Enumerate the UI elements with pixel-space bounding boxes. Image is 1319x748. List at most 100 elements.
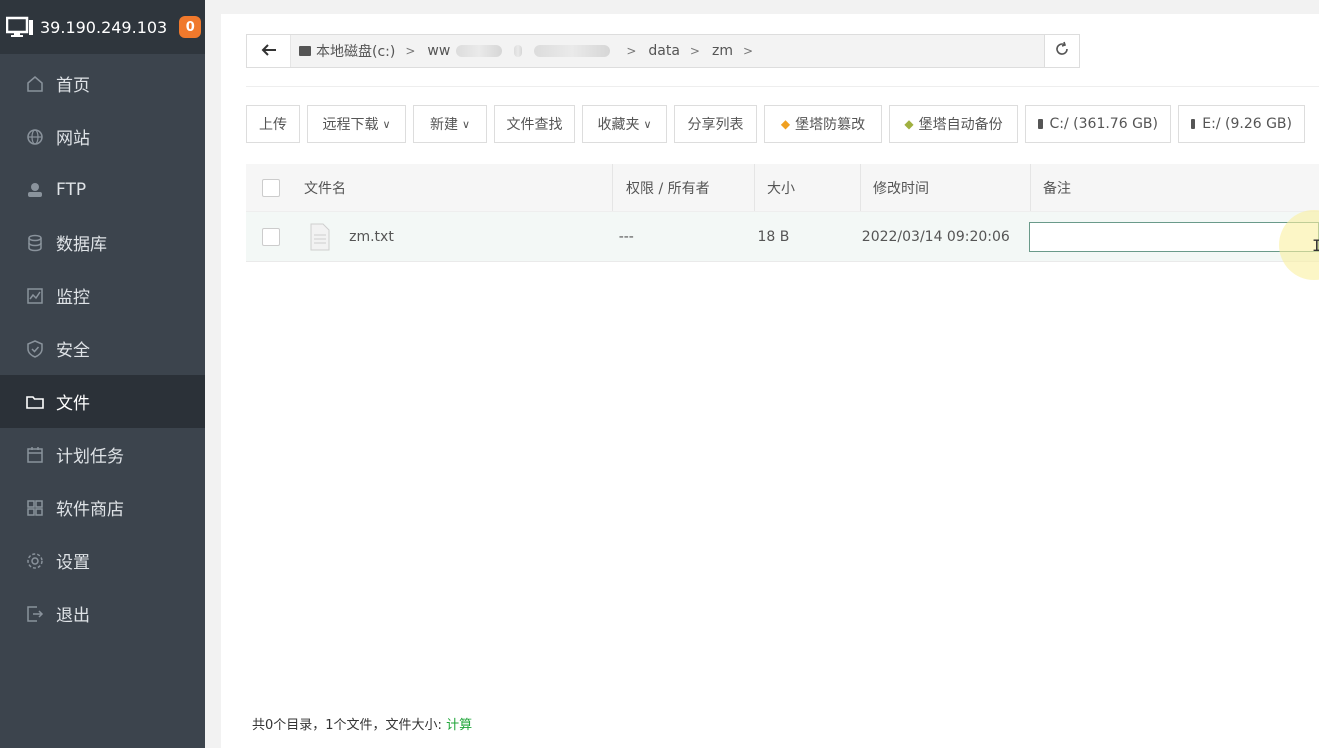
file-search-button[interactable]: 文件查找 [494,105,575,143]
sidebar-item-home[interactable]: 首页 [0,57,205,110]
breadcrumb-blurred[interactable]: ww > [427,43,636,59]
disk-c-button[interactable]: C:/ (361.76 GB) [1025,105,1171,143]
sidebar-item-label: 安全 [56,341,90,361]
toolbar: 上传 远程下载 ∨ 新建 ∨ 文件查找 收藏夹 ∨ 分享列表 ◆ 堡塔防篡改 ◆ 堡塔自动… [246,105,1312,143]
header-perm[interactable]: 权限 / 所有者 [612,164,754,211]
chevron-down-icon: ∨ [382,117,391,131]
share-list-button[interactable]: 分享列表 [674,105,757,143]
file-manager-panel: 本地磁盘(c:) > ww > data > zm > 上传 远程下载 ∨ 新建… [221,14,1319,748]
file-mtime: 2022/03/14 09:20:06 [861,228,1010,245]
disk-icon [299,46,311,56]
globe-icon [25,127,45,147]
shield-icon [25,339,45,359]
calendar-icon [25,445,45,465]
tamper-proof-button[interactable]: ◆ 堡塔防篡改 [764,105,882,143]
disk-e-button[interactable]: E:/ (9.26 GB) [1178,105,1305,143]
chart-icon [25,286,45,306]
share-list-label: 分享列表 [687,117,744,133]
sidebar-item-label: 数据库 [56,235,107,255]
disk-c-label: C:/ (361.76 GB) [1049,116,1158,132]
sidebar-item-database[interactable]: 数据库 [0,216,205,269]
text-file-icon [309,223,331,251]
row-checkbox[interactable] [261,227,280,246]
upload-label: 上传 [259,117,287,133]
favorites-label: 收藏夹 [597,117,640,133]
disk-icon [1038,119,1043,129]
sidebar-menu: 首页 网站 FTP 数据库 监控 安全 文件 计划任务 软件商店 设置 退出 [0,57,205,640]
breadcrumb-zm[interactable]: zm > [712,43,753,59]
divider [246,86,1319,87]
diamond-icon: ◆ [780,117,791,131]
back-button[interactable] [247,35,291,67]
header-name[interactable]: 文件名 [296,178,612,198]
breadcrumb[interactable]: 本地磁盘(c:) > ww > data > zm > [291,35,1045,67]
new-button[interactable]: 新建 ∨ [413,105,487,143]
remote-download-button[interactable]: 远程下载 ∨ [307,105,406,143]
footer-summary: 共0个目录，1个文件，文件大小: 计算 [252,714,472,733]
chevron-down-icon: ∨ [643,117,652,131]
diamond-icon: ◆ [904,117,914,131]
header-mtime[interactable]: 修改时间 [860,164,1030,211]
sidebar-item-files[interactable]: 文件 [0,375,205,428]
breadcrumb-disk-label: 本地磁盘(c:) [316,44,396,60]
file-name[interactable]: zm.txt [349,229,394,245]
table-row[interactable]: zm.txt --- 18 B 2022/03/14 09:20:06 [246,212,1319,262]
upload-button[interactable]: 上传 [246,105,300,143]
breadcrumb-seg1-label: ww [427,43,451,59]
file-table: 文件名 权限 / 所有者 大小 修改时间 备注 zm.txt --- 18 B … [246,164,1319,262]
auto-backup-button[interactable]: ◆ 堡塔自动备份 [889,105,1018,143]
folder-icon [25,392,45,412]
select-all-checkbox[interactable] [262,178,280,197]
footer-summary-text: 共0个目录，1个文件，文件大小: [252,718,442,733]
sidebar-item-logout[interactable]: 退出 [0,587,205,640]
new-label: 新建 [429,117,458,133]
sidebar-item-settings[interactable]: 设置 [0,534,205,587]
breadcrumb-data[interactable]: data > [648,43,700,59]
chevron-right-icon: > [689,44,700,58]
table-header: 文件名 权限 / 所有者 大小 修改时间 备注 [246,164,1319,212]
auto-backup-label: 堡塔自动备份 [918,117,1003,133]
refresh-button[interactable] [1045,35,1079,67]
sidebar-item-cron[interactable]: 计划任务 [0,428,205,481]
disk-e-label: E:/ (9.26 GB) [1202,116,1292,132]
logout-icon [25,604,45,624]
breadcrumb-seg2-label: data [648,43,680,59]
sidebar-item-ftp[interactable]: FTP [0,163,205,216]
favorites-button[interactable]: 收藏夹 ∨ [582,105,667,143]
blurred-text [534,45,611,57]
monitor-icon [5,16,34,38]
calculate-link[interactable]: 计算 [446,718,472,733]
sidebar-item-label: 计划任务 [56,447,124,467]
file-perm: --- [618,228,634,245]
chevron-right-icon: > [626,44,637,58]
file-search-label: 文件查找 [506,117,563,133]
sidebar-item-label: 设置 [56,553,90,573]
note-input[interactable] [1029,221,1319,252]
text-cursor-icon: I [1312,236,1319,255]
notification-badge[interactable]: 0 [179,16,202,38]
sidebar-item-label: 退出 [56,606,90,626]
ftp-icon [25,180,45,200]
home-icon [25,74,45,94]
remote-download-label: 远程下载 [322,117,379,133]
sidebar-item-website[interactable]: 网站 [0,110,205,163]
sidebar-item-security[interactable]: 安全 [0,322,205,375]
gear-icon [25,551,45,571]
header-size[interactable]: 大小 [754,164,860,211]
header-note: 备注 [1030,164,1319,211]
sidebar-item-label: 文件 [56,394,90,414]
sidebar-item-store[interactable]: 软件商店 [0,481,205,534]
sidebar-item-label: 首页 [56,76,90,96]
server-ip: 39.190.249.103 [40,17,168,37]
sidebar-item-label: 软件商店 [56,500,124,520]
refresh-icon [1054,41,1070,61]
grid-icon [25,498,45,518]
database-icon [25,233,45,253]
breadcrumb-seg3-label: zm [711,43,733,59]
blurred-text [456,45,503,57]
sidebar-item-monitor[interactable]: 监控 [0,269,205,322]
chevron-down-icon: ∨ [461,117,471,131]
chevron-right-icon: > [405,44,416,58]
arrow-left-icon [261,42,277,61]
breadcrumb-disk[interactable]: 本地磁盘(c:) > [299,41,415,61]
